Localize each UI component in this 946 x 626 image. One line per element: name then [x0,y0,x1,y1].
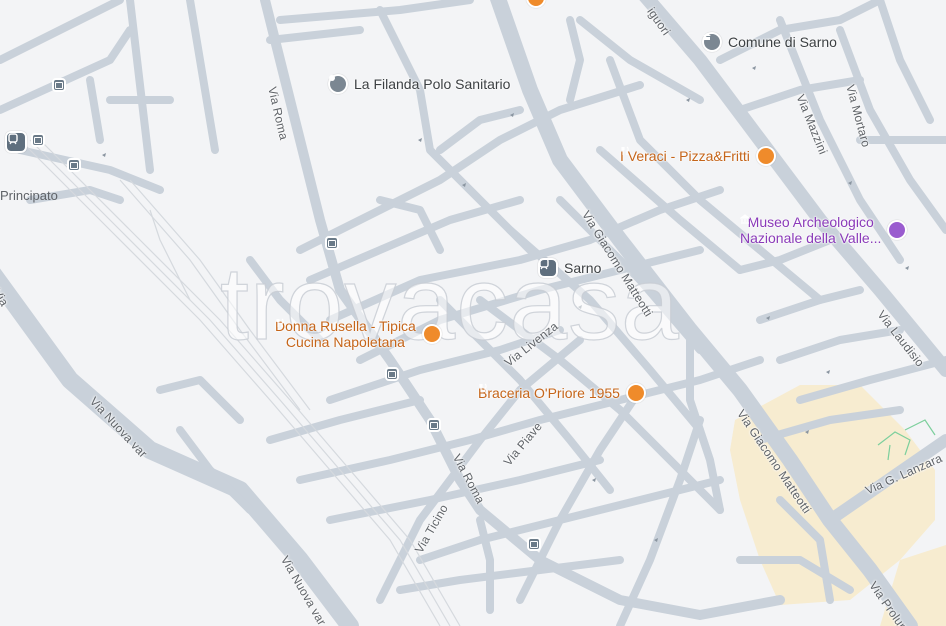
bus-stop-icon[interactable] [52,78,66,92]
train-station-icon[interactable] [5,131,27,153]
poi-braceria-opriore[interactable]: Braceria O'Priore 1955 [478,383,646,403]
place-icon [328,74,348,94]
poi-label: I Veraci - Pizza&Fritti [620,148,750,164]
poi-sarno-station[interactable]: Sarno [538,258,601,278]
poi-donna-rusella[interactable]: Donna Rusella - Tipica Cucina Napoletana [275,318,442,350]
restaurant-icon [276,318,442,344]
poi-label-line-2: Cucina Napoletana [285,334,405,350]
poi-label-line-2: Nazionale della Valle... [740,230,882,246]
museum-icon [740,214,908,240]
map-canvas[interactable]: trovacasa Principato Via Roma Via Roma V… [0,0,946,626]
train-station-icon [538,258,558,278]
bus-stop-icon[interactable] [385,367,399,381]
poi-label: La Filanda Polo Sanitario [354,76,511,92]
poi-label: Donna Rusella - Tipica Cucina Napoletana [275,318,416,350]
bus-stop-icon[interactable] [325,236,339,250]
poi-comune-di-sarno[interactable]: Comune di Sarno [702,32,837,52]
poi-label-line-1: Museo Archeologico [747,214,874,230]
restaurant-icon [621,146,776,166]
area-label-principato: Principato [0,188,58,203]
poi-museo-archeologico[interactable]: Museo Archeologico Nazionale della Valle… [740,214,908,246]
restaurant-icon [479,383,646,403]
poi-label: Braceria O'Priore 1955 [478,385,620,401]
poi-i-veraci[interactable]: I Veraci - Pizza&Fritti [620,146,776,166]
bus-stop-icon[interactable] [527,537,541,551]
poi-label: Museo Archeologico Nazionale della Valle… [740,214,881,246]
town-hall-icon [702,32,722,52]
bus-stop-icon[interactable] [427,418,441,432]
poi-label: Comune di Sarno [728,34,837,50]
poi-label-line-1: Donna Rusella - Tipica [275,318,416,334]
bus-stop-icon[interactable] [67,158,81,172]
poi-label: Sarno [564,260,602,276]
bus-stop-icon[interactable] [31,133,45,147]
poi-la-filanda[interactable]: La Filanda Polo Sanitario [328,74,510,94]
